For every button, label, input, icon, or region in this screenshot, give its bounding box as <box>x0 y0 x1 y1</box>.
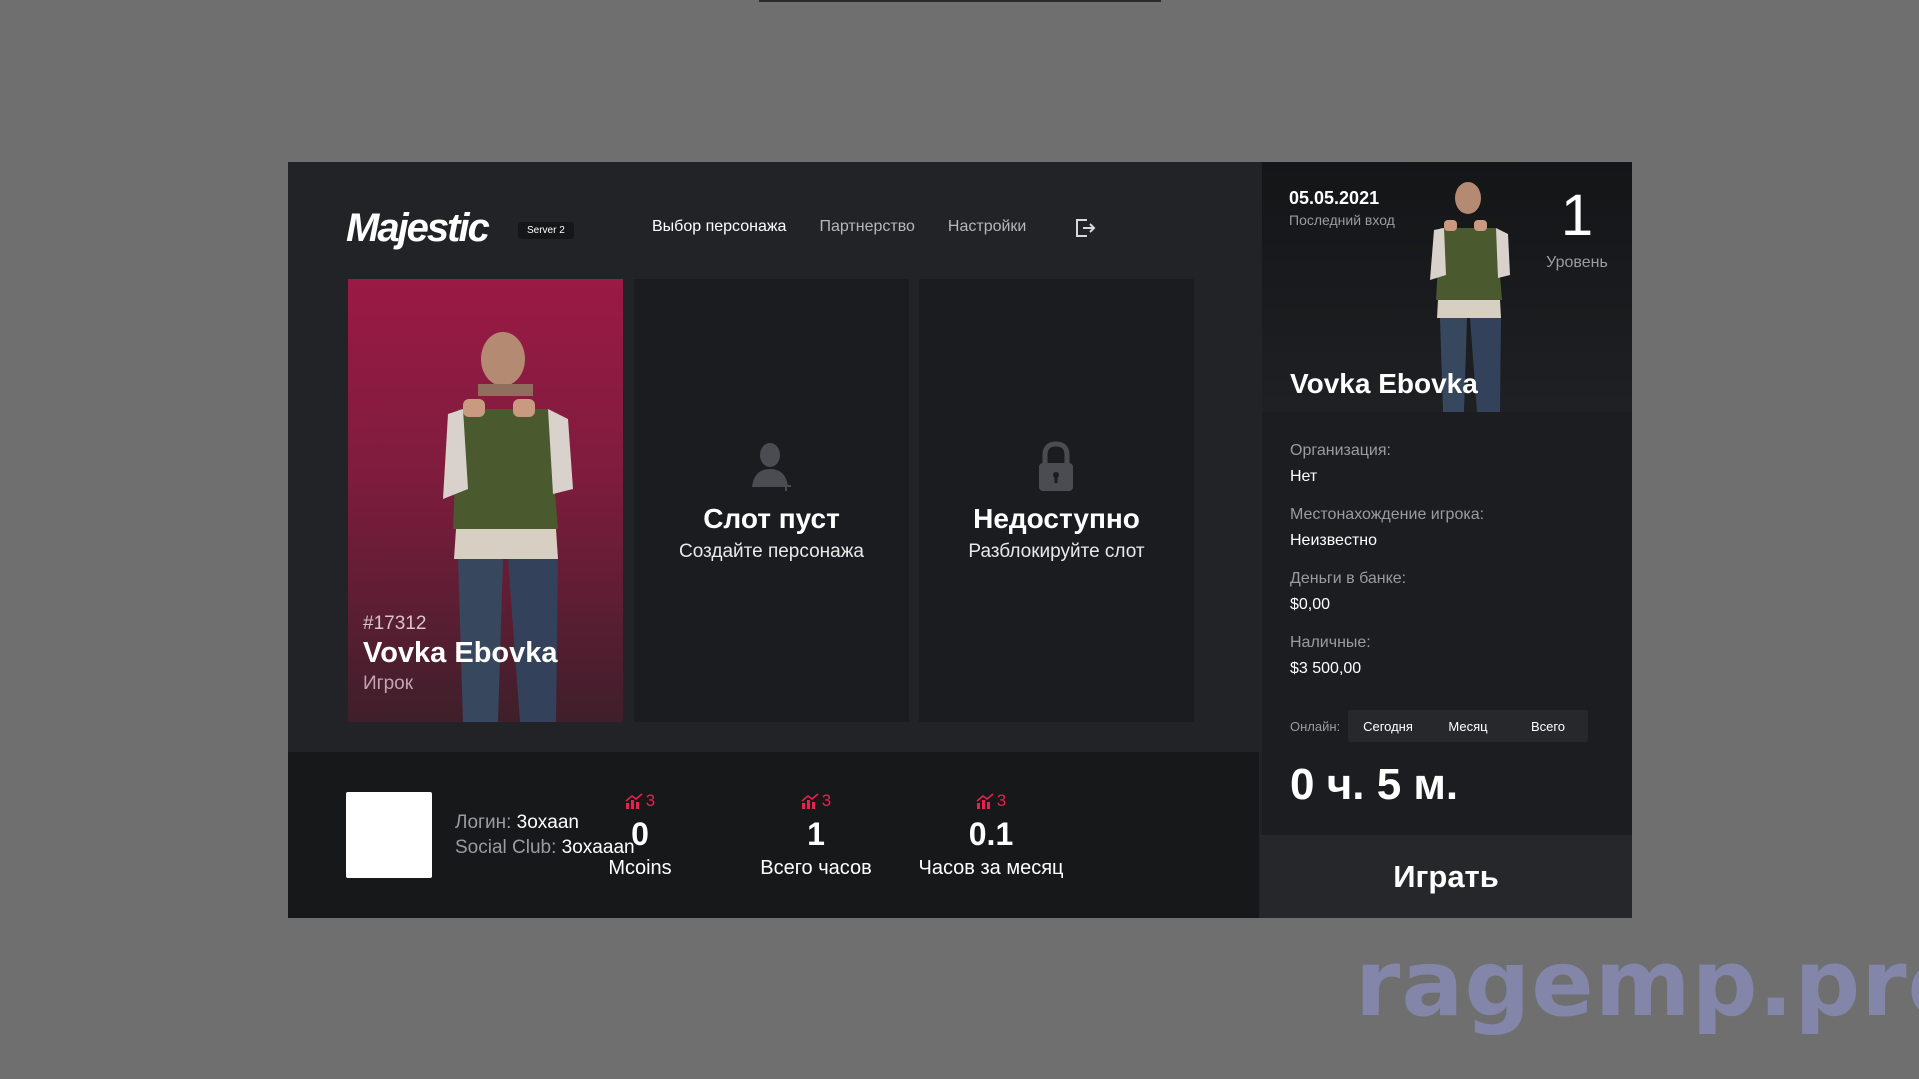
online-label: Онлайн: <box>1290 718 1341 734</box>
nav-partnership[interactable]: Партнерство <box>819 218 914 236</box>
online-tabs: Сегодня Месяц Всего <box>1348 710 1588 742</box>
info-label: Местонахождение игрока: <box>1290 506 1485 523</box>
watermark: ragemp.pro <box>1355 930 1919 1037</box>
stat-value: 0.1 <box>968 816 1014 852</box>
play-button[interactable]: Играть <box>1260 835 1632 918</box>
tab-total[interactable]: Всего <box>1508 719 1588 734</box>
trend-value: 3 <box>996 791 1007 810</box>
info-organization: Организация: Нет <box>1290 442 1484 506</box>
trend-value: 3 <box>821 791 832 810</box>
avatar <box>346 792 432 878</box>
chart-up-icon <box>625 793 643 809</box>
profile-panel: 05.05.2021 Последний вход 1 Уровень Vovk… <box>1260 162 1632 918</box>
stat-value: 0 <box>631 816 649 852</box>
last-login-label: Последний вход <box>1289 212 1395 228</box>
character-role: Игрок <box>363 673 414 694</box>
empty-slot-subtitle: Создайте персонажа <box>678 541 864 562</box>
chart-up-icon <box>801 793 819 809</box>
character-slot-active[interactable]: #17312 Vovka Ebovka Игрок <box>348 279 623 722</box>
locked-slot-subtitle: Разблокируйте слот <box>968 541 1145 562</box>
info-label: Деньги в банке: <box>1290 570 1407 587</box>
stat-label: Всего часов <box>760 857 872 879</box>
character-name: Vovka Ebovka <box>363 637 558 669</box>
social-club-label: Social Club: <box>455 837 557 858</box>
trend-value: 3 <box>645 791 656 810</box>
character-slot-empty[interactable]: Слот пуст Создайте персонажа <box>634 279 909 722</box>
login-label: Логин: <box>455 812 512 833</box>
nav-character-select[interactable]: Выбор персонажа <box>652 218 786 236</box>
online-time: 0 ч. 5 м. <box>1290 760 1459 809</box>
stat-label: Mcoins <box>608 857 672 879</box>
stat-mcoins: 3 0 Mcoins <box>550 790 730 880</box>
trend-indicator: 3 <box>726 790 906 812</box>
lock-icon <box>1039 441 1073 491</box>
info-cash: Наличные: $3 500,00 <box>1290 634 1484 698</box>
profile-name: Vovka Ebovka <box>1290 368 1478 399</box>
nav-settings[interactable]: Настройки <box>948 218 1026 236</box>
empty-slot-title: Слот пуст <box>703 503 840 534</box>
stat-value: 1 <box>807 816 825 852</box>
top-nav: Выбор персонажа Партнерство Настройки <box>652 218 1026 236</box>
character-id: #17312 <box>363 613 427 634</box>
server-badge: Server 2 <box>518 222 574 239</box>
account-bar: Логин: 3oxaan Social Club: 3oxaaan 3 0 M… <box>288 752 1259 918</box>
top-divider <box>759 0 1161 2</box>
info-value: $3 500,00 <box>1290 660 1362 677</box>
tab-today[interactable]: Сегодня <box>1348 719 1428 734</box>
profile-header: 05.05.2021 Последний вход 1 Уровень Vovk… <box>1262 162 1632 412</box>
info-location: Местонахождение игрока: Неизвестно <box>1290 506 1484 570</box>
info-value: Нет <box>1290 468 1318 485</box>
logout-icon[interactable] <box>1073 216 1097 240</box>
chart-up-icon <box>976 793 994 809</box>
trend-indicator: 3 <box>901 790 1081 812</box>
tab-month[interactable]: Месяц <box>1428 719 1508 734</box>
character-slot-locked[interactable]: Недоступно Разблокируйте слот <box>919 279 1194 722</box>
locked-slot-title: Недоступно <box>973 503 1140 534</box>
info-label: Наличные: <box>1290 634 1371 651</box>
info-bank: Деньги в банке: $0,00 <box>1290 570 1484 634</box>
last-login-date: 05.05.2021 <box>1289 188 1380 208</box>
majestic-logo: Majestic <box>346 206 490 250</box>
level-label: Уровень <box>1546 254 1608 271</box>
add-user-icon <box>752 443 791 491</box>
profile-info: Организация: Нет Местонахождение игрока:… <box>1290 442 1484 698</box>
level-value: 1 <box>1560 183 1594 248</box>
stat-monthly-hours: 3 0.1 Часов за месяц <box>901 790 1081 880</box>
info-value: Неизвестно <box>1290 532 1378 549</box>
online-filter: Онлайн: Сегодня Месяц Всего <box>1290 710 1588 742</box>
trend-indicator: 3 <box>550 790 730 812</box>
character-select-panel: Majestic Server 2 Выбор персонажа Партне… <box>288 162 1632 918</box>
info-label: Организация: <box>1290 442 1391 459</box>
stat-total-hours: 3 1 Всего часов <box>726 790 906 880</box>
stat-label: Часов за месяц <box>918 857 1064 879</box>
info-value: $0,00 <box>1290 596 1331 613</box>
